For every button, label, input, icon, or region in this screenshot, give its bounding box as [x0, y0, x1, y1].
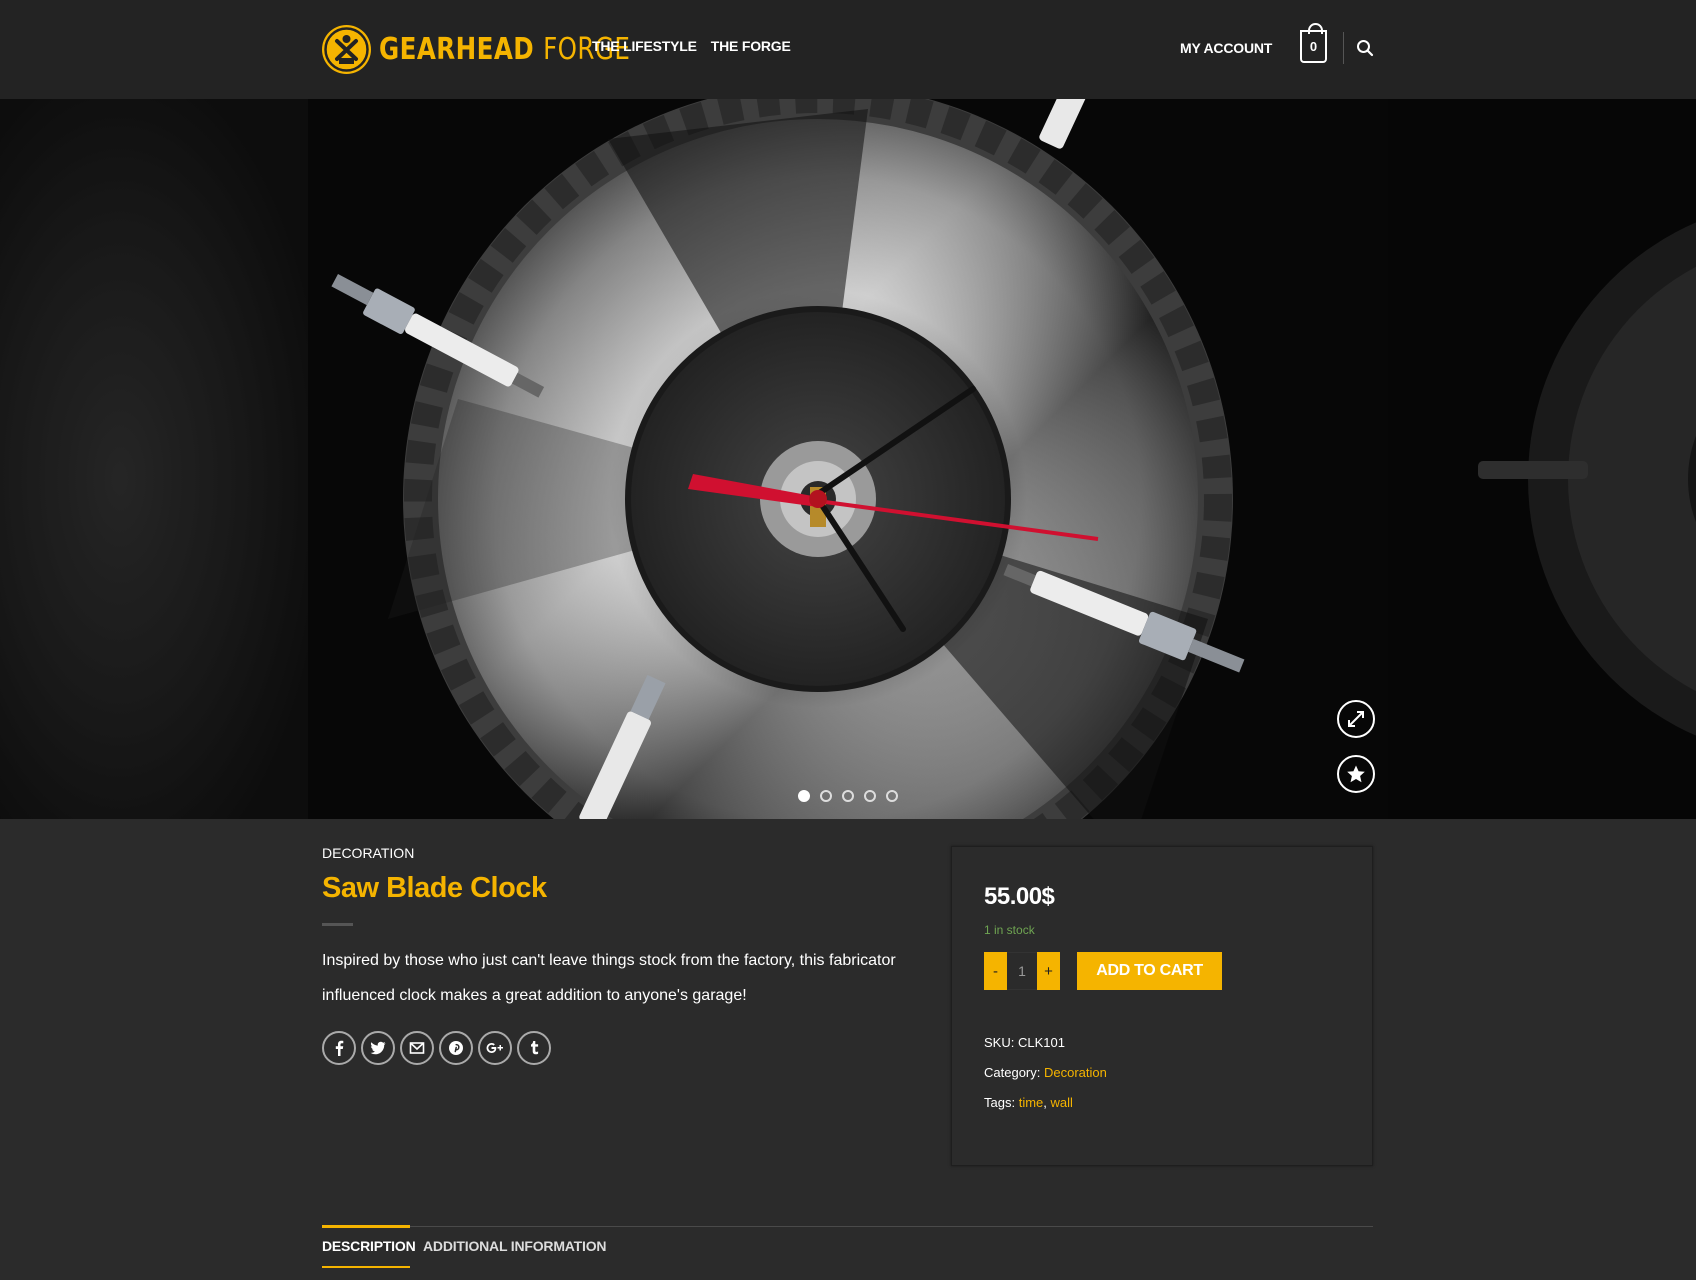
facebook-icon[interactable] [322, 1031, 356, 1065]
zoom-expand-icon[interactable] [1337, 700, 1375, 738]
google-plus-icon[interactable] [478, 1031, 512, 1065]
gallery-dot-1[interactable] [798, 790, 810, 802]
main-nav: THE LIFESTYLE THE FORGE [592, 38, 791, 54]
product-short-description: Inspired by those who just can't leave t… [322, 952, 896, 1004]
category-meta-label: Category: [984, 1065, 1041, 1080]
cart-count: 0 [1309, 39, 1318, 54]
tab-additional-information[interactable]: ADDITIONAL INFORMATION [423, 1238, 606, 1254]
gallery-pagination [798, 790, 898, 802]
logo-badge-icon [322, 24, 371, 74]
product-sku: SKU: CLK101 [984, 1035, 1065, 1050]
gallery-dot-2[interactable] [820, 790, 832, 802]
purchase-box: 55.00$ 1 in stock - 1 + ADD TO CART SKU:… [951, 846, 1373, 1166]
gallery-next-slide[interactable] [1388, 99, 1696, 819]
gallery-dot-4[interactable] [864, 790, 876, 802]
stock-status: 1 in stock [984, 923, 1035, 937]
tag-link-wall[interactable]: wall [1051, 1095, 1073, 1110]
tumblr-icon[interactable] [517, 1031, 551, 1065]
tag-link-time[interactable]: time [1019, 1095, 1044, 1110]
email-icon[interactable] [400, 1031, 434, 1065]
tag-separator: , [1043, 1095, 1047, 1110]
product-category-meta: Category: Decoration [984, 1065, 1107, 1080]
quantity-decrease-button[interactable]: - [984, 952, 1007, 990]
nav-item-forge[interactable]: THE FORGE [711, 38, 791, 54]
product-category-label[interactable]: DECORATION [322, 845, 414, 861]
tags-label: Tags: [984, 1095, 1016, 1110]
product-main-image[interactable] [308, 99, 1388, 819]
add-to-cart-button[interactable]: ADD TO CART [1077, 952, 1222, 990]
twitter-icon[interactable] [361, 1031, 395, 1065]
product-price: 55.00$ [984, 883, 1055, 910]
title-divider [322, 923, 353, 926]
quantity-input[interactable]: 1 [1007, 952, 1037, 990]
product-gallery [0, 99, 1696, 819]
wishlist-star-icon[interactable] [1337, 755, 1375, 793]
gallery-dot-5[interactable] [886, 790, 898, 802]
tab-description[interactable]: DESCRIPTION [322, 1225, 416, 1268]
share-icons [322, 1031, 551, 1065]
quantity-stepper: - 1 + [984, 952, 1060, 990]
pinterest-icon[interactable] [439, 1031, 473, 1065]
quantity-increase-button[interactable]: + [1037, 952, 1060, 990]
gallery-prev-slide[interactable] [0, 99, 308, 819]
nav-item-lifestyle[interactable]: THE LIFESTYLE [592, 38, 697, 54]
search-icon[interactable] [1356, 39, 1374, 57]
sku-value: CLK101 [1017, 1035, 1065, 1050]
site-header: GEARHEAD FORGE THE LIFESTYLE THE FORGE M… [0, 0, 1696, 99]
product-tags: Tags: time, wall [984, 1095, 1073, 1110]
category-link[interactable]: Decoration [1044, 1065, 1107, 1080]
my-account-link[interactable]: MY ACCOUNT [1180, 40, 1272, 56]
gallery-dot-3[interactable] [842, 790, 854, 802]
header-divider [1343, 32, 1344, 64]
product-title: Saw Blade Clock [322, 872, 547, 904]
sku-label: SKU: [984, 1035, 1015, 1050]
logo-word-1: GEARHEAD [379, 31, 535, 67]
cart-icon[interactable]: 0 [1300, 23, 1327, 63]
tabs-divider [322, 1226, 1373, 1227]
